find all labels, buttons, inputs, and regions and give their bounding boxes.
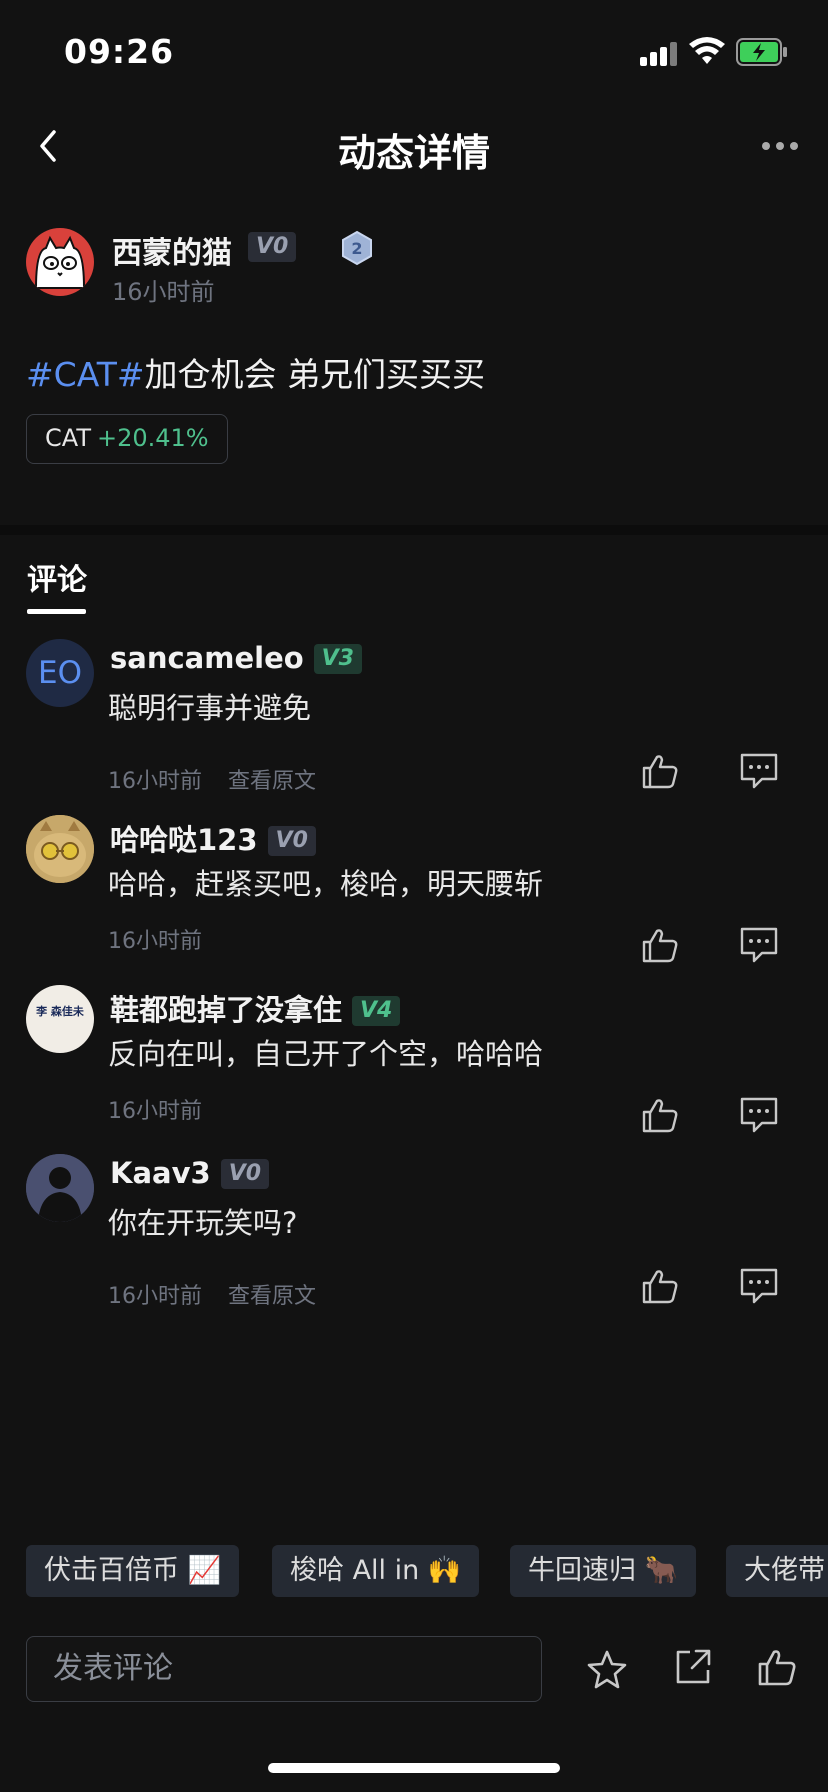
comment-time: 16小时前: [108, 1099, 202, 1124]
thumbs-up-icon[interactable]: [640, 751, 680, 791]
comment-text: 哈哈，赶紧买吧，梭哈，明天腰斩: [108, 867, 544, 901]
section-divider: [0, 525, 828, 535]
wifi-icon: [689, 37, 725, 64]
view-original-link[interactable]: 查看原文: [228, 769, 316, 794]
battery-charging-icon: [736, 38, 787, 66]
more-dots-icon[interactable]: [760, 140, 800, 152]
cat-photo-icon: [26, 815, 94, 883]
avatar[interactable]: [26, 228, 94, 296]
avatar-logo-text: 李 森佳未: [36, 1005, 84, 1018]
quick-reply-chip[interactable]: 伏击百倍币 📈: [26, 1545, 240, 1597]
comment-text: 你在开玩笑吗?: [108, 1206, 298, 1240]
comment-author[interactable]: Kaav3 V0: [110, 1156, 270, 1190]
author-name[interactable]: 西蒙的猫: [112, 228, 232, 272]
comment-author-name: sancameleo: [110, 641, 304, 675]
status-bar: 09:26: [0, 0, 828, 100]
level-badge: V0: [267, 826, 316, 856]
tab-underline: [27, 609, 86, 614]
navigation-header: 动态详情: [0, 100, 828, 192]
comment-author-name: 鞋都跑掉了没拿住: [110, 993, 343, 1027]
thumbs-up-icon[interactable]: [640, 1095, 680, 1135]
comment-item: 李 森佳未 鞋都跑掉了没拿住 V4 反向在叫，自己开了个空，哈哈哈 16小时前: [0, 985, 828, 1155]
comment-meta: 16小时前 查看原文: [108, 1278, 316, 1310]
comment-meta: 16小时前: [108, 1093, 202, 1125]
post-content: #CAT#加仓机会 弟兄们买买买: [26, 348, 485, 396]
rank-number: 2: [351, 239, 362, 258]
level-badge: V3: [313, 644, 362, 674]
person-silhouette-icon: [26, 1154, 94, 1222]
level-badge: V0: [248, 232, 297, 262]
star-icon[interactable]: [586, 1648, 628, 1690]
comment-reply-icon[interactable]: [738, 1266, 780, 1306]
tab-comments[interactable]: 评论: [27, 555, 87, 599]
comment-time: 16小时前: [108, 769, 202, 794]
comment-meta: 16小时前: [108, 923, 202, 955]
comment-meta: 16小时前 查看原文: [108, 763, 316, 795]
post-text: 加仓机会 弟兄们买买买: [144, 355, 486, 394]
comment-time: 16小时前: [108, 929, 202, 954]
view-original-link[interactable]: 查看原文: [228, 1284, 316, 1309]
comment-author-name: Kaav3: [110, 1156, 211, 1190]
coin-tag[interactable]: CAT +20.41%: [26, 414, 228, 464]
post-author: 西蒙的猫 V0 2 16小时前: [26, 226, 806, 306]
comment-text: 反向在叫，自己开了个空，哈哈哈: [108, 1037, 544, 1071]
comment-time: 16小时前: [108, 1284, 202, 1309]
quick-reply-chips: 伏击百倍币 📈 梭哈 All in 🙌 牛回速归 🐂 大佬带: [0, 1545, 828, 1599]
avatar-initials: EO: [38, 655, 82, 691]
avatar[interactable]: EO: [26, 639, 94, 707]
quick-reply-chip[interactable]: 梭哈 All in 🙌: [272, 1545, 480, 1597]
comment-text: 聪明行事并避免: [108, 691, 312, 725]
comment-reply-icon[interactable]: [738, 925, 780, 965]
cellular-signal-icon: [640, 40, 680, 66]
rank-badge-icon: 2: [342, 230, 372, 266]
status-time: 09:26: [64, 32, 175, 71]
hashtag-link[interactable]: #CAT#: [26, 355, 145, 394]
coin-symbol: CAT: [45, 424, 91, 452]
comment-input[interactable]: 发表评论: [26, 1636, 542, 1702]
level-badge: V4: [352, 996, 401, 1026]
comment-author[interactable]: 鞋都跑掉了没拿住 V4: [110, 987, 401, 1029]
comment-item: 哈哈哒123 V0 哈哈，赶紧买吧，梭哈，明天腰斩 16小时前: [0, 815, 828, 985]
comment-author[interactable]: sancameleo V3: [110, 641, 362, 675]
avatar[interactable]: 李 森佳未: [26, 985, 94, 1053]
coin-change: +20.41%: [96, 424, 209, 452]
level-badge: V0: [220, 1159, 270, 1189]
quick-reply-chip[interactable]: 大佬带: [726, 1545, 828, 1597]
share-icon[interactable]: [672, 1646, 714, 1688]
cat-face-icon: [34, 235, 86, 289]
comment-reply-icon[interactable]: [738, 1095, 780, 1135]
post-time: 16小时前: [112, 278, 215, 306]
comment-author[interactable]: 哈哈哒123 V0: [110, 817, 316, 859]
avatar[interactable]: [26, 1154, 94, 1222]
avatar[interactable]: [26, 815, 94, 883]
comment-item: Kaav3 V0 你在开玩笑吗? 16小时前 查看原文: [0, 1154, 828, 1324]
quick-reply-chip[interactable]: 牛回速归 🐂: [510, 1545, 697, 1597]
thumbs-up-icon[interactable]: [756, 1646, 798, 1688]
comment-reply-icon[interactable]: [738, 751, 780, 791]
comment-item: EO sancameleo V3 聪明行事并避免 16小时前 查看原文: [0, 639, 828, 809]
home-indicator: [268, 1763, 560, 1773]
thumbs-up-icon[interactable]: [640, 925, 680, 965]
thumbs-up-icon[interactable]: [640, 1266, 680, 1306]
comment-author-name: 哈哈哒123: [110, 823, 258, 857]
page-title: 动态详情: [337, 131, 490, 175]
